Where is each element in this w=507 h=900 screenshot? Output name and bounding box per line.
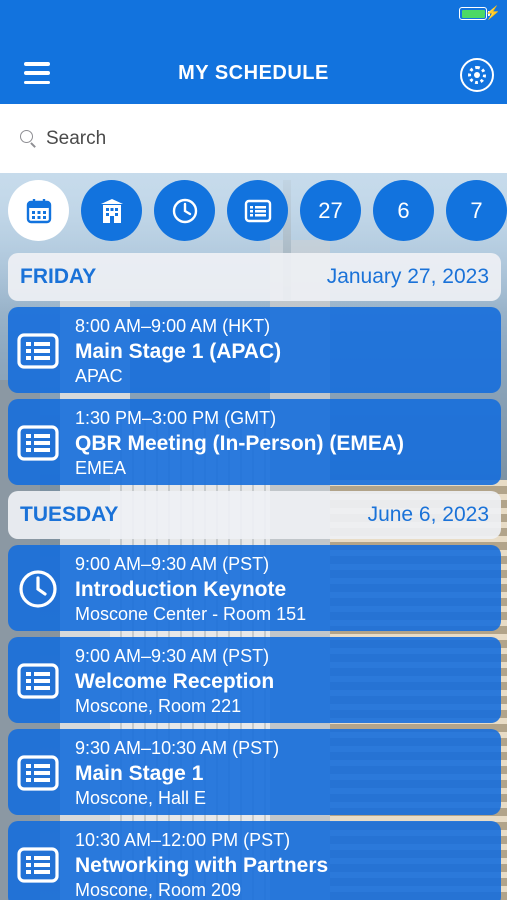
event-time: 1:30 PM–3:00 PM (GMT) [75, 408, 277, 428]
event-row[interactable]: 8:00 AM–9:00 AM (HKT) Main Stage 1 (APAC… [8, 307, 501, 393]
list-icon [244, 199, 271, 222]
filter-bar: 27 6 7 [8, 180, 507, 242]
clock-icon [172, 198, 197, 223]
page-title: MY SCHEDULE [178, 62, 329, 84]
event-row[interactable]: 9:30 AM–10:30 AM (PST) Main Stage 1 Mosc… [8, 729, 501, 815]
event-title: Networking with Partners [75, 854, 329, 877]
event-location: APAC [75, 366, 123, 386]
day-date: June 6, 2023 [367, 503, 489, 526]
day-name: TUESDAY [20, 503, 119, 526]
event-title: Welcome Reception [75, 670, 275, 693]
building-icon [100, 198, 123, 223]
clock-icon [19, 570, 57, 608]
event-title: Main Stage 1 [75, 762, 204, 785]
charging-icon: ⚡ [484, 5, 501, 20]
event-row[interactable]: 1:30 PM–3:00 PM (GMT) QBR Meeting (In-Pe… [8, 399, 501, 485]
day-header: FRIDAY January 27, 2023 [8, 253, 501, 301]
event-time: 9:00 AM–9:30 AM (PST) [75, 646, 270, 666]
search-icon [20, 129, 38, 148]
list-icon [17, 847, 59, 883]
event-title: Main Stage 1 (APAC) [75, 340, 282, 363]
navigation-bar: ⚡ MY SCHEDULE [0, 0, 507, 104]
filter-date-7-button[interactable]: 7 [446, 180, 507, 241]
event-time: 9:30 AM–10:30 AM (PST) [75, 738, 280, 758]
event-title: QBR Meeting (In-Person) (EMEA) [75, 432, 404, 455]
event-time: 8:00 AM–9:00 AM (HKT) [75, 316, 271, 336]
filter-list-button[interactable] [227, 180, 288, 241]
search-bar [0, 104, 507, 173]
schedule-list: FRIDAY January 27, 2023 8:00 AM–9:00 AM … [8, 253, 501, 900]
event-row[interactable]: 9:00 AM–9:30 AM (PST) Welcome Reception … [8, 637, 501, 723]
list-icon [17, 755, 59, 791]
filter-calendar-button[interactable] [8, 180, 69, 241]
filter-time-button[interactable] [154, 180, 215, 241]
event-time: 9:00 AM–9:30 AM (PST) [75, 554, 270, 574]
event-location: Moscone, Hall E [75, 788, 207, 808]
event-time: 10:30 AM–12:00 PM (PST) [75, 830, 291, 850]
event-location: Moscone Center - Room 151 [75, 604, 307, 624]
day-name: FRIDAY [20, 265, 97, 288]
gear-icon [468, 66, 486, 84]
settings-button[interactable] [460, 58, 494, 92]
battery-icon [459, 7, 490, 20]
event-row[interactable]: 9:00 AM–9:30 AM (PST) Introduction Keyno… [8, 545, 501, 631]
day-header: TUESDAY June 6, 2023 [8, 491, 501, 539]
filter-date-27-button[interactable]: 27 [300, 180, 361, 241]
filter-building-button[interactable] [81, 180, 142, 241]
day-date: January 27, 2023 [326, 265, 489, 288]
event-location: EMEA [75, 458, 127, 478]
event-location: Moscone, Room 221 [75, 696, 242, 716]
list-icon [17, 663, 59, 699]
list-icon [17, 333, 59, 369]
list-icon [17, 425, 59, 461]
search-input[interactable] [46, 127, 466, 150]
filter-date-6-button[interactable]: 6 [373, 180, 434, 241]
event-location: Moscone, Room 209 [75, 880, 242, 900]
event-row[interactable]: 10:30 AM–12:00 PM (PST) Networking with … [8, 821, 501, 900]
event-title: Introduction Keynote [75, 578, 287, 601]
calendar-icon [26, 198, 51, 223]
